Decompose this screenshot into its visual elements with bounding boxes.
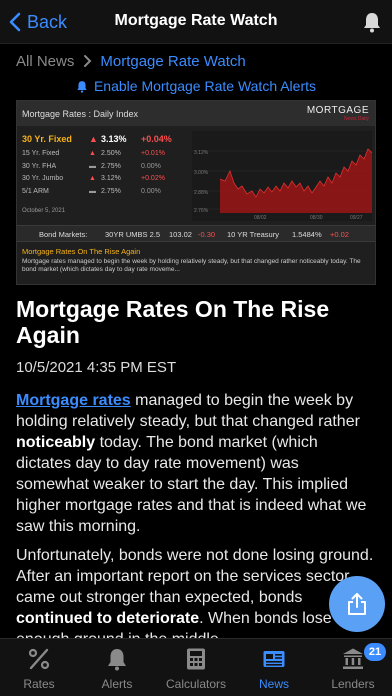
rate-name: 30 Yr. FHA (22, 162, 57, 170)
dash-icon: ▬ (89, 187, 96, 195)
bell-icon[interactable] (362, 11, 382, 33)
rate-value: 2.50% (101, 150, 121, 157)
tab-label: Calculators (165, 677, 227, 691)
widget-news[interactable]: Mortgage Rates On The Rise Again Mortgag… (22, 247, 370, 274)
chart-y-label: 3.00% (194, 170, 209, 176)
breadcrumb-all-news[interactable]: All News (16, 53, 74, 70)
bank-icon (343, 648, 363, 669)
paragraph-bold: continued to deteriorate (16, 610, 200, 627)
bond-label: Bond Markets: (39, 230, 88, 239)
rate-row: 15 Yr. Fixed ▲ 2.50% +0.01% (21, 150, 197, 163)
tab-rates[interactable]: Rates (0, 639, 78, 696)
calculator-icon (187, 648, 205, 670)
nav-bar: Back Mortgage Rate Watch (0, 0, 392, 44)
widget-news-headline: Mortgage Rates On The Rise Again (22, 247, 141, 256)
rate-row: 30 Yr. Fixed ▲ 3.13% +0.04% (21, 134, 197, 150)
share-icon (348, 593, 366, 615)
article-paragraph: Mortgage rates managed to begin the week… (16, 390, 376, 537)
treasury-value: 1.5484% (292, 230, 322, 239)
tab-label: Rates (23, 677, 55, 691)
bell-icon (108, 649, 126, 671)
chart-y-label: 2.76% (194, 208, 209, 214)
widget-date: October 5, 2021 (22, 208, 66, 214)
rate-name: 15 Yr. Fixed (22, 150, 60, 157)
dash-icon: ▬ (89, 162, 96, 170)
treasury-change: +0.02 (330, 230, 349, 239)
widget-header: Mortgage Rates : Daily Index MORTGAGE Ne… (17, 101, 375, 126)
rate-change: +0.01% (141, 150, 165, 157)
tab-label: News (258, 677, 289, 691)
treasury-label: 10 YR Treasury (227, 230, 279, 239)
chart-y-label: 2.88% (194, 190, 209, 196)
tab-label: Alerts (101, 677, 133, 691)
lenders-badge: 21 (364, 643, 386, 661)
rate-history-chart: 3.12% 3.00% 2.88% 2.76% 08/02 08/30 09/2… (192, 131, 372, 221)
widget-news-text: Mortgage rates managed to begin the week… (22, 258, 361, 273)
chart-x-label: 08/30 (310, 215, 323, 221)
tab-label: Lenders (331, 677, 375, 691)
rate-name: 5/1 ARM (22, 187, 49, 195)
rate-change: 0.00% (141, 162, 161, 170)
page-title: Mortgage Rate Watch (114, 12, 278, 29)
bond-markets-bar: Bond Markets: 30YR UMBS 2.5 103.02 -0.30… (17, 225, 375, 242)
chart-x-label: 08/02 (254, 215, 267, 221)
tab-bar: Rates Alerts Calculators News 21 Lenders (0, 638, 392, 696)
rate-row: 30 Yr. Jumbo ▲ 3.12% +0.02% (21, 175, 197, 188)
percent-icon (28, 648, 50, 670)
widget-title: Mortgage Rates : Daily Index (22, 109, 139, 119)
rate-row: 30 Yr. FHA ▬ 2.75% 0.00% (21, 163, 197, 176)
rate-name: 30 Yr. Fixed (22, 134, 72, 144)
rate-change: +0.04% (141, 134, 172, 144)
article-paragraph: Unfortunately, bonds were not done losin… (16, 545, 376, 638)
logo-line-2: News Daily (343, 116, 369, 122)
umbs-value: 103.02 (169, 230, 192, 239)
arrow-up-icon: ▲ (89, 134, 98, 144)
rate-change: 0.00% (141, 187, 161, 195)
tab-lenders[interactable]: 21 Lenders (314, 639, 392, 696)
newspaper-icon (263, 651, 285, 667)
article-headline: Mortgage Rates On The Rise Again (16, 296, 330, 348)
chevron-right-icon (84, 55, 92, 67)
tab-calculators[interactable]: Calculators (157, 639, 235, 696)
rate-value: 2.75% (101, 187, 121, 195)
chart-y-label: 3.12% (194, 150, 209, 156)
rate-row: 5/1 ARM ▬ 2.75% 0.00% (21, 188, 197, 201)
rate-index-widget[interactable]: Mortgage Rates : Daily Index MORTGAGE Ne… (16, 100, 376, 285)
rates-table: 30 Yr. Fixed ▲ 3.13% +0.04% 15 Yr. Fixed… (21, 134, 197, 200)
enable-alerts-link[interactable]: Enable Mortgage Rate Watch Alerts (0, 78, 392, 94)
mortgage-rates-link[interactable]: Mortgage rates (16, 392, 131, 409)
breadcrumb-current[interactable]: Mortgage Rate Watch (100, 53, 245, 70)
bell-icon (77, 80, 87, 93)
article-date: 10/5/2021 4:35 PM EST (16, 359, 177, 376)
tab-alerts[interactable]: Alerts (78, 639, 156, 696)
umbs-change: -0.30 (198, 230, 216, 239)
paragraph-text: Unfortunately, bonds were not done losin… (16, 547, 374, 606)
breadcrumb: All News Mortgage Rate Watch (16, 52, 246, 70)
logo-line-1: MORTGAGE (306, 105, 369, 116)
rate-name: 30 Yr. Jumbo (22, 175, 64, 182)
paragraph-bold: noticeably (16, 434, 96, 451)
mnd-logo: MORTGAGE News Daily (307, 105, 369, 122)
rate-value: 3.13% (101, 134, 127, 144)
arrow-up-icon: ▲ (89, 150, 96, 157)
rate-change: +0.02% (141, 175, 165, 182)
enable-alerts-label: Enable Mortgage Rate Watch Alerts (93, 78, 317, 94)
chart-x-label: 09/27 (350, 215, 363, 221)
share-button[interactable] (329, 576, 385, 632)
rate-value: 3.12% (101, 175, 121, 182)
tab-news[interactable]: News (235, 639, 313, 696)
arrow-up-icon: ▲ (89, 175, 96, 182)
rate-value: 2.75% (101, 162, 121, 170)
umbs-label: 30YR UMBS 2.5 (105, 230, 161, 239)
